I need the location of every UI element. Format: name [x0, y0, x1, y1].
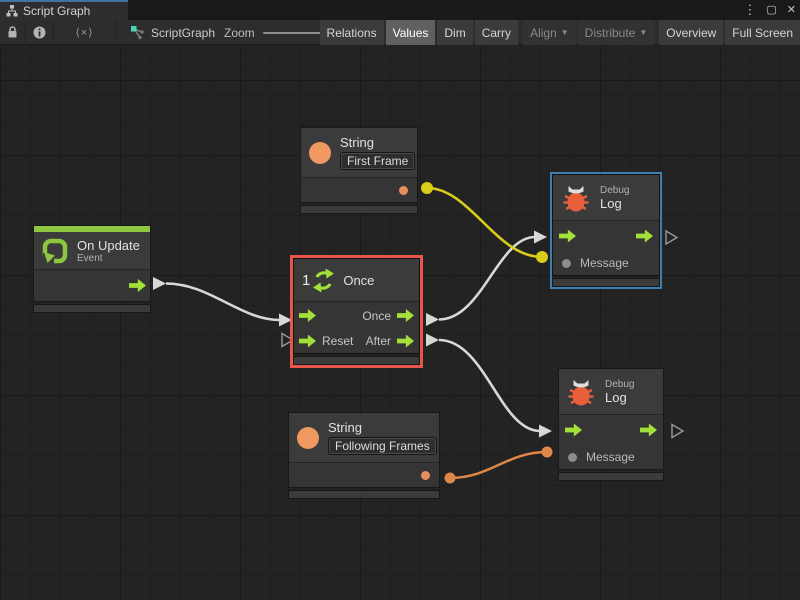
- distribute-dropdown[interactable]: Distribute▼: [578, 20, 655, 45]
- node-title: String: [340, 135, 415, 150]
- node-footer: [33, 304, 151, 313]
- port-label-once: Once: [362, 309, 391, 323]
- node-on-update[interactable]: On Update Event: [33, 225, 151, 313]
- title-bar: Script Graph ⋮ ▢ ✕: [0, 0, 800, 20]
- port-label-message: Message: [586, 450, 635, 464]
- after-output-port[interactable]: [397, 335, 414, 348]
- debug-top-flow-output-port[interactable]: [636, 230, 653, 243]
- node-footer: [552, 278, 660, 287]
- info-icon: [33, 26, 46, 39]
- node-footer: [558, 472, 664, 481]
- node-title: On Update: [77, 238, 140, 253]
- view-buttons: Relations Values Dim Carry Align▼ Distri…: [318, 20, 800, 45]
- node-title: Log: [605, 390, 634, 405]
- chevron-down-icon: ▼: [639, 28, 647, 37]
- values-button[interactable]: Values: [386, 20, 436, 45]
- node-string-first-frame[interactable]: String First Frame: [300, 127, 418, 214]
- string-type-icon: [309, 142, 331, 164]
- lock-icon: [7, 26, 18, 39]
- relations-button[interactable]: Relations: [320, 20, 384, 45]
- node-debug-log-top[interactable]: Debug Log Message: [550, 172, 662, 289]
- tab-title: Script Graph: [23, 4, 90, 18]
- graph-breadcrumb[interactable]: ScriptGraph: [130, 20, 215, 45]
- bug-icon: [567, 377, 595, 407]
- node-footer: [288, 490, 440, 499]
- code-view-icon: ⟨×⟩: [75, 26, 93, 39]
- port-label-after: After: [366, 334, 391, 348]
- script-graph-icon: [130, 25, 145, 40]
- close-icon[interactable]: ✕: [787, 0, 796, 20]
- bug-icon: [562, 183, 590, 213]
- message-input-port[interactable]: [562, 259, 571, 268]
- string-output-port[interactable]: [421, 471, 430, 480]
- overview-button[interactable]: Overview: [659, 20, 723, 45]
- string-value-field[interactable]: First Frame: [340, 152, 415, 170]
- graph-name-label: ScriptGraph: [151, 26, 215, 40]
- node-footer: [300, 205, 418, 214]
- node-title: String: [328, 420, 437, 435]
- window-menu-icon[interactable]: ⋮: [743, 0, 756, 20]
- node-title: Once: [343, 273, 374, 288]
- node-string-following-frames[interactable]: String Following Frames: [288, 412, 440, 499]
- node-category: Debug: [605, 379, 634, 390]
- once-cycle-icon: [312, 267, 335, 294]
- graph-toolbar: ⟨×⟩ ScriptGraph Zoom 1x Relations Values…: [0, 20, 800, 45]
- zoom-label: Zoom: [224, 26, 255, 40]
- string-output-port[interactable]: [399, 186, 408, 195]
- debug-bottom-flow-input-port[interactable]: [565, 424, 582, 437]
- full-screen-button[interactable]: Full Screen: [725, 20, 800, 45]
- graph-tab-icon: [6, 5, 18, 17]
- align-dropdown[interactable]: Align▼: [523, 20, 576, 45]
- node-category: Debug: [600, 185, 629, 196]
- once-output-port[interactable]: [397, 309, 414, 322]
- tab-script-graph[interactable]: Script Graph: [0, 2, 128, 20]
- maximize-icon[interactable]: ▢: [766, 0, 776, 20]
- reset-input-port[interactable]: [299, 335, 316, 348]
- node-title: Log: [600, 196, 629, 211]
- inspect-button[interactable]: [26, 20, 54, 45]
- debug-top-flow-input-port[interactable]: [559, 230, 576, 243]
- graph-canvas[interactable]: String First Frame On Update: [0, 45, 800, 600]
- node-footer: [293, 356, 420, 365]
- port-label-reset: Reset: [322, 334, 353, 348]
- on-update-loop-icon: [41, 237, 69, 265]
- on-update-flow-output-port[interactable]: [129, 279, 146, 292]
- string-type-icon: [297, 427, 319, 449]
- lock-button[interactable]: [0, 20, 26, 45]
- port-label-message: Message: [580, 256, 629, 270]
- dim-button[interactable]: Dim: [437, 20, 472, 45]
- chevron-down-icon: ▼: [561, 28, 569, 37]
- node-once-selected[interactable]: 1 Once Once Reset: [290, 255, 423, 368]
- message-input-port[interactable]: [568, 453, 577, 462]
- once-count: 1: [302, 272, 310, 289]
- debug-bottom-flow-output-port[interactable]: [640, 424, 657, 437]
- code-view-button[interactable]: ⟨×⟩: [54, 20, 116, 45]
- string-value-field[interactable]: Following Frames: [328, 437, 437, 455]
- node-subtitle: Event: [77, 253, 140, 264]
- once-flow-input-port[interactable]: [299, 309, 316, 322]
- carry-button[interactable]: Carry: [475, 20, 518, 45]
- node-debug-log-bottom[interactable]: Debug Log Message: [558, 368, 664, 481]
